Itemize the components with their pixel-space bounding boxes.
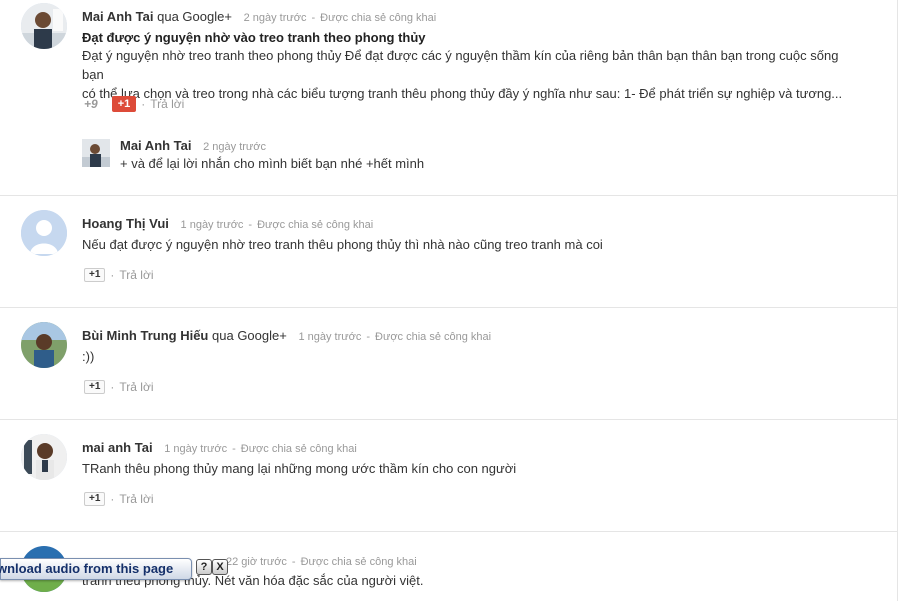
comment-actions: +9 +1 · Trả lời — [84, 96, 184, 112]
comment-meta: 1 ngày trước - Được chia sẻ công khai — [164, 443, 357, 455]
timestamp[interactable]: 2 ngày trước — [244, 12, 307, 24]
comment-header: Mai Anh Tai qua Google+ 2 ngày trước - Đượ… — [82, 9, 436, 24]
avatar[interactable] — [21, 3, 67, 49]
timestamp[interactable]: 1 ngày trước — [164, 443, 227, 455]
comment-header: Hoang Thị Vui 1 ngày trước - Được chia sẻ … — [82, 216, 373, 231]
comment-meta: 1 ngày trước - Được chia sẻ công khai — [180, 219, 374, 231]
visibility-label: Được chia sẻ công khai — [320, 12, 437, 24]
reply-timestamp[interactable]: 2 ngày trước — [203, 141, 266, 153]
column-border — [897, 0, 898, 601]
reply-link[interactable]: Trả lời — [119, 268, 153, 282]
avatar[interactable] — [21, 322, 67, 368]
reply-text: + và để lại lời nhắn cho mình biết bạn n… — [120, 156, 425, 171]
avatar[interactable] — [21, 210, 67, 256]
close-icon[interactable]: X — [212, 559, 228, 575]
author-name[interactable]: Bùi Minh Trung Hiếu — [82, 328, 208, 343]
separator: · — [110, 492, 115, 506]
plus-one-button[interactable]: +1 — [84, 492, 106, 506]
author-name[interactable]: Mai Anh Tai — [82, 9, 154, 24]
comment-meta: 2 ngày trước - Được chia sẻ công khai — [243, 12, 437, 24]
visibility-label: Được chia sẻ công khai — [257, 219, 374, 231]
download-audio-bar[interactable]: wnload audio from this page — [0, 558, 192, 580]
plus-count[interactable]: +9 — [84, 97, 98, 111]
via-label: qua Google+ — [212, 328, 287, 343]
reply-link[interactable]: Trả lời — [119, 492, 153, 506]
help-icon[interactable]: ? — [196, 559, 212, 575]
reply-link[interactable]: Trả lời — [150, 97, 184, 111]
plus-one-button[interactable]: +1 — [111, 96, 137, 112]
plus-one-button[interactable]: +1 — [84, 268, 106, 282]
comment-divider — [0, 531, 897, 532]
plus-one-button[interactable]: +1 — [84, 380, 106, 394]
comment-divider — [0, 195, 897, 196]
via-label: qua Google+ — [157, 9, 232, 24]
comment-text: Đạt ý nguyện nhờ treo tranh theo phong t… — [82, 46, 862, 103]
comment-actions: +1 · Trả lời — [84, 268, 154, 282]
comment-actions: +1 · Trả lời — [84, 380, 154, 394]
author-name[interactable]: Hoang Thị Vui — [82, 216, 169, 231]
timestamp[interactable]: 1 ngày trước — [298, 331, 361, 343]
comment-header: Bùi Minh Trung Hiếu qua Google+ 1 ngày t… — [82, 328, 491, 343]
comment-text: Nếu đạt được ý nguyện nhờ treo tranh thê… — [82, 237, 603, 252]
comment-header: mai anh Tai 1 ngày trước - Được chia sẻ cô… — [82, 440, 357, 455]
avatar[interactable] — [21, 434, 67, 480]
separator: · — [110, 380, 115, 394]
comment-divider — [0, 419, 897, 420]
timestamp[interactable]: 1 ngày trước — [181, 219, 244, 231]
comment-text: :)) — [82, 349, 95, 364]
comment-header: 22 giờ trước - Được chia sẻ công khai — [226, 553, 417, 568]
comment-meta: 1 ngày trước - Được chia sẻ công khai — [298, 331, 492, 343]
visibility-label: Được chia sẻ công khai — [375, 331, 492, 343]
visibility-label: Được chia sẻ công khai — [240, 443, 357, 455]
timestamp[interactable]: 22 giờ trước — [226, 556, 287, 568]
comment-divider — [0, 307, 897, 308]
post-title[interactable]: Đạt được ý nguyện nhờ vào treo tranh the… — [82, 30, 426, 45]
comment-meta: 22 giờ trước - Được chia sẻ công khai — [226, 556, 417, 568]
author-name[interactable]: mai anh Tai — [82, 440, 153, 455]
download-audio-label[interactable]: wnload audio from this page — [0, 561, 173, 576]
separator: · — [141, 97, 146, 111]
reply-author-name[interactable]: Mai Anh Tai — [120, 138, 192, 153]
separator: · — [110, 268, 115, 282]
comment-text-line: có thể lựa chọn và treo trong nhà các bi… — [82, 86, 843, 101]
comment-text-line: Đạt ý nguyện nhờ treo tranh theo phong t… — [82, 48, 839, 82]
reply-header: Mai Anh Tai 2 ngày trước — [120, 138, 266, 153]
visibility-label: Được chia sẻ công khai — [300, 556, 417, 568]
reply-link[interactable]: Trả lời — [119, 380, 153, 394]
reply-avatar[interactable] — [82, 139, 110, 167]
comment-actions: +1 · Trả lời — [84, 492, 154, 506]
comment-text: TRanh thêu phong thủy mang lại những mon… — [82, 461, 517, 476]
